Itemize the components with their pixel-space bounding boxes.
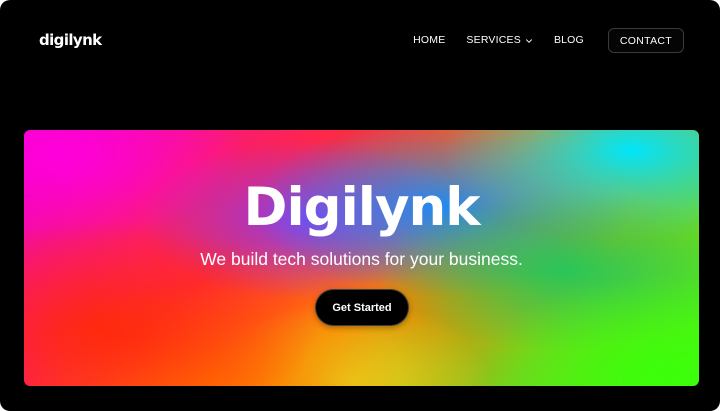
top-nav: HOME SERVICES BLOG CONTACT [413, 28, 684, 53]
contact-button-label: CONTACT [619, 34, 672, 47]
get-started-button[interactable]: Get Started [315, 289, 409, 326]
nav-item-services-label: SERVICES [466, 34, 521, 46]
nav-item-blog-label: BLOG [553, 34, 584, 46]
hero-banner: Digilynk We build tech solutions for you… [24, 130, 699, 386]
logo[interactable]: digilynk [39, 30, 102, 50]
nav-item-blog[interactable]: BLOG [554, 28, 584, 53]
hero-subtitle: We build tech solutions for your busines… [200, 249, 523, 269]
nav-item-services[interactable]: SERVICES [466, 28, 533, 53]
nav-item-home[interactable]: HOME [413, 28, 445, 53]
browser-window: digilynk HOME SERVICES BLOG CONTACT Digi… [0, 0, 720, 411]
nav-item-home-label: HOME [413, 34, 446, 46]
get-started-button-label: Get Started [332, 301, 392, 314]
hero-title: Digilynk [243, 177, 481, 238]
chevron-down-icon [525, 38, 532, 43]
contact-button[interactable]: CONTACT [607, 28, 684, 53]
